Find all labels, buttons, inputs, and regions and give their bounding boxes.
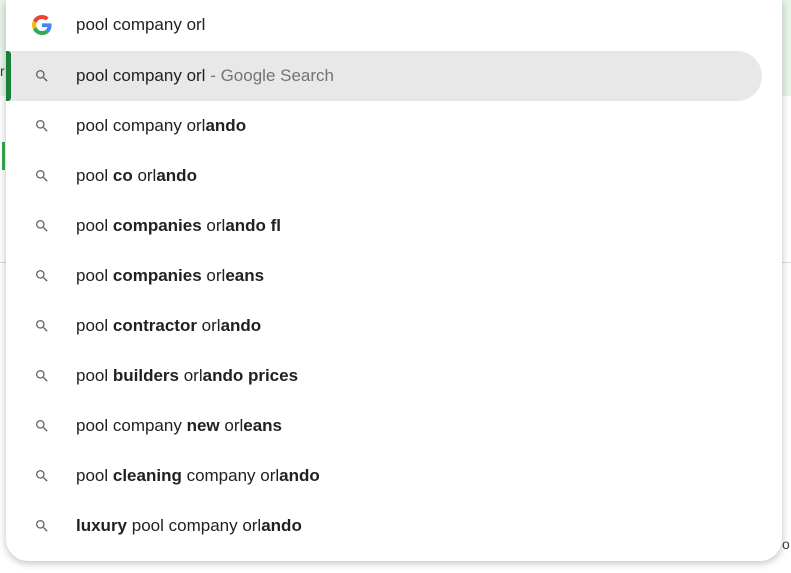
suggestion-completion-text: ando xyxy=(279,466,320,485)
suggestion-row[interactable]: pool co orlando xyxy=(6,151,762,201)
suggestion-completion-text: ando xyxy=(205,116,247,135)
search-icon xyxy=(36,270,48,282)
suggestion-completion-text: new xyxy=(186,416,220,435)
suggestion-completion-text: ando xyxy=(261,516,302,535)
suggestion-row[interactable]: pool companies orleans xyxy=(6,251,762,301)
search-icon xyxy=(36,420,48,432)
suggestion-completion-text: builders xyxy=(112,366,179,385)
suggestion-typed-text: pool xyxy=(76,166,113,185)
suggestion-completion-text: companies xyxy=(112,266,202,285)
suggestion-row[interactable]: pool contractor orlando xyxy=(6,301,762,351)
suggestion-label: pool companies orleans xyxy=(76,264,264,288)
search-icon xyxy=(36,370,48,382)
suggestion-completion-text: cleaning xyxy=(112,466,182,485)
suggestion-typed-text: orl xyxy=(196,316,221,335)
suggestion-typed-text: pool company orl xyxy=(76,116,206,135)
suggestion-completion-text: eans xyxy=(243,416,283,435)
suggestion-typed-text: orl xyxy=(132,166,157,185)
suggestion-label: pool cleaning company orlando xyxy=(76,464,320,488)
suggestion-typed-text: pool xyxy=(76,466,113,485)
suggestion-row[interactable]: pool cleaning company orlando xyxy=(6,451,762,501)
suggestion-label: pool companies orlando fl xyxy=(76,214,281,238)
suggestion-label: pool company orl - Google Search xyxy=(76,64,334,88)
omnibox-input[interactable]: pool company orl xyxy=(76,13,205,37)
suggestion-typed-text: orl xyxy=(201,266,226,285)
suggestion-completion-text: co xyxy=(112,166,133,185)
search-provider-label: Google Search xyxy=(220,66,334,85)
suggestion-typed-text: pool company orl xyxy=(127,516,262,535)
suggestion-label: pool contractor orlando xyxy=(76,314,261,338)
suggestion-typed-text: orl xyxy=(179,366,203,385)
omnibox-input-row[interactable]: pool company orl xyxy=(6,0,782,50)
suggestion-label: pool company new orleans xyxy=(76,414,282,438)
suggestion-typed-text: orl xyxy=(219,416,244,435)
search-icon xyxy=(36,470,48,482)
suggestion-completion-text: ando xyxy=(220,316,262,335)
search-icon xyxy=(36,170,48,182)
suggestion-typed-text: pool xyxy=(76,316,113,335)
search-icon xyxy=(36,520,48,532)
search-icon xyxy=(36,320,48,332)
suggestion-typed-text: orl xyxy=(201,216,226,235)
suggestion-label: pool builders orlando prices xyxy=(76,364,298,388)
background-edge-text-right: o xyxy=(782,536,790,552)
suggestion-row[interactable]: pool companies orlando fl xyxy=(6,201,762,251)
suggestion-row[interactable]: luxury pool company orlando xyxy=(6,501,762,551)
suggestion-completion-text: companies xyxy=(112,216,202,235)
suggestion-completion-text: contractor xyxy=(112,316,197,335)
suggestion-typed-text: pool xyxy=(76,366,113,385)
suggestion-completion-text: luxury xyxy=(76,516,128,535)
background-accent-tick xyxy=(2,142,5,170)
suggestion-label: pool co orlando xyxy=(76,164,197,188)
suggestion-row[interactable]: pool company new orleans xyxy=(6,401,762,451)
suggestion-typed-text: pool xyxy=(76,216,113,235)
suggestion-completion-text: eans xyxy=(225,266,265,285)
suggestion-separator: - xyxy=(205,66,221,85)
suggestion-search-row[interactable]: pool company orl - Google Search xyxy=(6,51,762,101)
suggestion-typed-text: pool xyxy=(76,266,113,285)
selected-indicator xyxy=(6,51,11,101)
suggestion-row[interactable]: pool company orlando xyxy=(6,101,762,151)
google-g-icon xyxy=(32,15,52,35)
suggestion-completion-text: ando xyxy=(156,166,197,185)
search-icon xyxy=(36,220,48,232)
suggestion-query: pool company orl xyxy=(76,66,206,85)
background-edge-text-left: r xyxy=(0,63,5,79)
suggestion-typed-text: pool company xyxy=(76,416,187,435)
suggestion-completion-text: ando prices xyxy=(202,366,299,385)
suggestion-typed-text: company orl xyxy=(181,466,280,485)
search-icon xyxy=(36,120,48,132)
suggestion-label: luxury pool company orlando xyxy=(76,514,302,538)
omnibox-dropdown: pool company orl pool company orl - Goog… xyxy=(6,0,782,561)
suggestion-label: pool company orlando xyxy=(76,114,246,138)
suggestion-completion-text: ando fl xyxy=(225,216,282,235)
search-icon xyxy=(36,70,48,82)
suggestion-row[interactable]: pool builders orlando prices xyxy=(6,351,762,401)
